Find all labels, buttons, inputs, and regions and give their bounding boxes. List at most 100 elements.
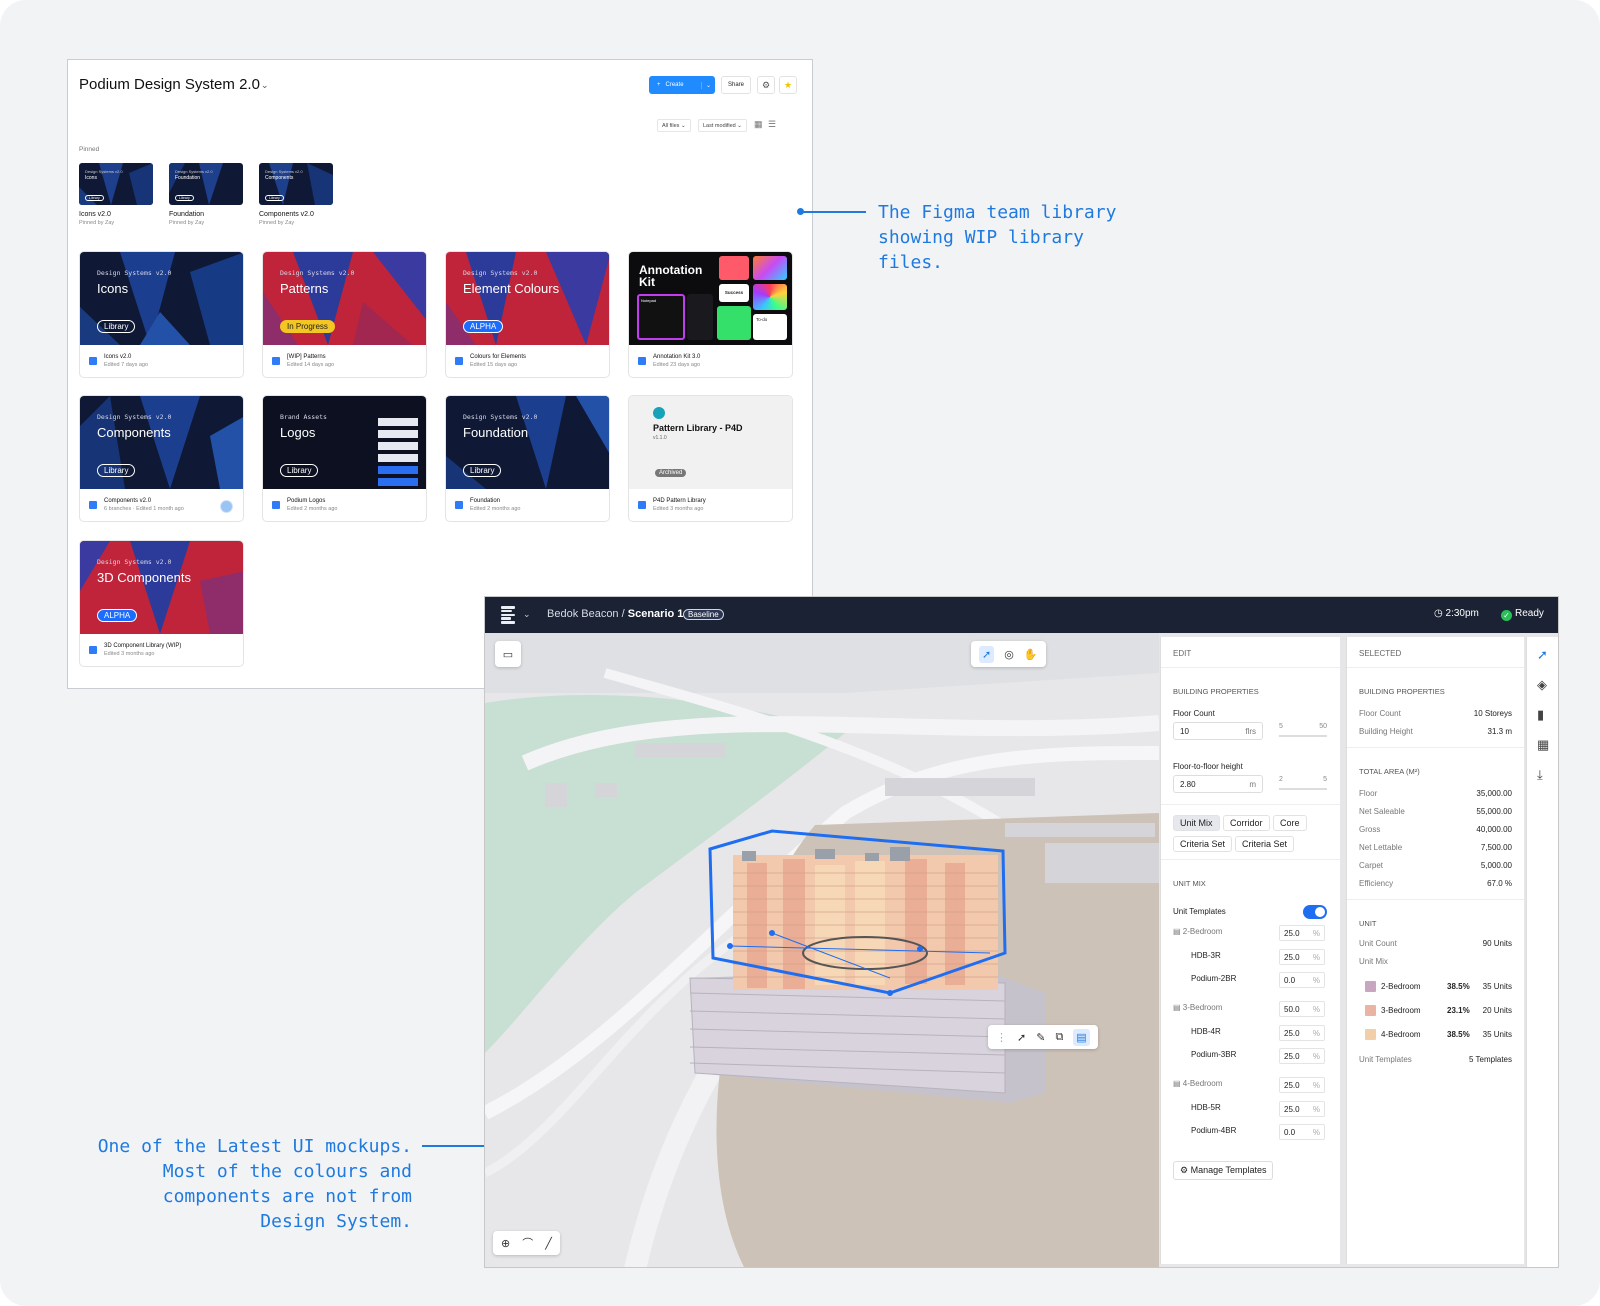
pan-hand-icon[interactable]: ✋ (1024, 648, 1038, 661)
chevron-down-icon[interactable]: ⌄ (261, 80, 269, 91)
library-tag: Library (97, 464, 136, 477)
pointer-icon[interactable]: ➚ (1017, 1031, 1026, 1044)
tab-corridor[interactable]: Corridor (1223, 815, 1270, 831)
list-view-icon[interactable]: ☰ (768, 119, 776, 130)
template-percent-input[interactable]: 0.0% (1279, 1124, 1325, 1140)
app-logo-icon[interactable] (501, 606, 515, 624)
pinned-sub: Pinned by Zay (169, 220, 205, 226)
ruler-icon[interactable]: ╱ (545, 1237, 552, 1250)
unit-templates-value: 5 Templates (1469, 1055, 1512, 1064)
card-title: Components (97, 425, 171, 440)
card-title: Pattern Library - P4D (653, 423, 743, 433)
template-name: Podium-4BR (1191, 1126, 1237, 1135)
floor-height-slider[interactable]: 25 (1279, 776, 1327, 790)
figma-library-window: Podium Design System 2.0 ⌄ + Create ⌄ Shar… (67, 59, 813, 689)
file-card[interactable]: Design Systems v2.0 Components Library C… (79, 395, 244, 522)
file-card[interactable]: Design Systems v2.0 Element Colours ALPH… (445, 251, 610, 378)
select-pointer-icon[interactable]: ➚ (979, 645, 995, 663)
file-meta: Edited 14 days ago (287, 362, 335, 368)
download-icon[interactable]: ⤓ (1537, 767, 1543, 783)
area-label: Efficiency (1359, 879, 1394, 888)
project-name[interactable]: Bedok Beacon (547, 608, 619, 620)
drag-handle-icon[interactable]: ⋮ (996, 1031, 1007, 1044)
panel-toggle-icon[interactable]: ▭ (495, 641, 521, 667)
orbit-icon[interactable]: ◎ (1004, 648, 1014, 661)
tab-criteria-set[interactable]: Criteria Set (1173, 836, 1233, 852)
select-tool-icon[interactable]: ➚ (1537, 647, 1548, 663)
pinned-file[interactable]: Design Systems v2.0 Icons Library Icons … (79, 163, 153, 226)
pinned-thumbnail: Design Systems v2.0 Foundation Library (169, 163, 243, 205)
layers-icon[interactable]: ◈ (1537, 677, 1547, 693)
file-name: Foundation (470, 498, 501, 504)
scenario-name[interactable]: Scenario 1 (628, 608, 684, 620)
file-meta: Edited 2 months ago (287, 506, 338, 512)
pinned-file[interactable]: Design Systems v2.0 Foundation Library F… (169, 163, 243, 226)
swatch-4br (1365, 1029, 1376, 1040)
layout-icon[interactable]: ▤ (1073, 1028, 1090, 1046)
template-percent-input[interactable]: 25.0% (1279, 1025, 1325, 1041)
file-card[interactable]: Design Systems v2.0 Foundation Library F… (445, 395, 610, 522)
pencil-icon[interactable]: ✎ (1036, 1031, 1045, 1044)
template-percent-input[interactable]: 25.0% (1279, 949, 1325, 965)
floor-count-slider[interactable]: 5 50 (1279, 723, 1327, 737)
files-filter[interactable]: All files ⌄ (657, 119, 691, 132)
card-thumbnail: Design Systems v2.0 Element Colours ALPH… (446, 252, 609, 345)
breadcrumb[interactable]: Bedok Beacon / Scenario 1 (547, 608, 683, 620)
grid-view-icon[interactable]: ▦ (754, 119, 763, 130)
file-card[interactable]: Pattern Library - P4D v1.1.0 Archived P4… (628, 395, 793, 522)
template-percent-input[interactable]: 25.0% (1279, 1048, 1325, 1064)
file-card[interactable]: Design Systems v2.0 Icons Library Icons … (79, 251, 244, 378)
share-button[interactable]: Share (721, 76, 751, 94)
floor-height-input[interactable]: 2.80 m (1173, 775, 1263, 793)
file-meta: Edited 2 months ago (470, 506, 521, 512)
group-percent-input[interactable]: 25.0% (1279, 1077, 1325, 1093)
list-preview (687, 294, 713, 340)
pinned-file[interactable]: Design Systems v2.0 Components Library C… (259, 163, 333, 226)
library-tag: Library (97, 320, 136, 333)
unit-group-2br: ▤ 2-Bedroom (1173, 927, 1222, 936)
star-icon[interactable]: ★ (779, 76, 797, 94)
baseline-badge: Baseline (683, 609, 724, 620)
duplicate-icon[interactable]: ⧉ (1055, 1031, 1063, 1044)
top-bar: ⌄ Bedok Beacon / Scenario 1 Baseline ◷ 2… (485, 597, 1558, 633)
group-percent-input[interactable]: 25.0% (1279, 925, 1325, 941)
file-name: Podium Logos (287, 498, 326, 504)
sort-filter[interactable]: Last modified ⌄ (698, 119, 747, 132)
group-percent-input[interactable]: 50.0% (1279, 1001, 1325, 1017)
globe-icon[interactable]: ⊕ (501, 1237, 510, 1250)
figma-file-icon (89, 501, 97, 509)
tab-criteria-set[interactable]: Criteria Set (1235, 836, 1295, 852)
floor-height-value: 2.80 (1180, 779, 1196, 789)
create-button[interactable]: + Create ⌄ (649, 76, 715, 94)
file-card[interactable]: Design Systems v2.0 Patterns In Progress… (262, 251, 427, 378)
floor-count-input[interactable]: 10 flrs (1173, 722, 1263, 740)
mix-units: 20 Units (1482, 1006, 1512, 1015)
magnet-icon[interactable]: ⌒ (522, 1235, 533, 1251)
file-card[interactable]: Design Systems v2.0 3D Components ALPHA … (79, 540, 244, 667)
template-percent-input[interactable]: 0.0% (1279, 972, 1325, 988)
chart-icon[interactable]: ▮ (1537, 707, 1544, 723)
settings-sliders-icon[interactable]: ⚙ (757, 76, 775, 94)
file-card[interactable]: Annotation Kit Notepad Success To-do Ann… (628, 251, 793, 378)
card-title: Icons (97, 281, 129, 296)
template-name: HDB-4R (1191, 1027, 1221, 1036)
chevron-down-icon[interactable]: ⌄ (701, 81, 715, 89)
divider (1347, 899, 1524, 900)
slider-max: 50 (1319, 723, 1327, 730)
file-card[interactable]: Brand Assets Logos Library Podium Logos E… (262, 395, 427, 522)
figma-file-icon (638, 501, 646, 509)
avatar[interactable] (220, 500, 233, 513)
tab-core[interactable]: Core (1273, 815, 1307, 831)
plus-icon: + (657, 82, 661, 88)
card-kicker: Design Systems v2.0 (463, 413, 538, 421)
template-percent-input[interactable]: 25.0% (1279, 1101, 1325, 1117)
tab-unit-mix[interactable]: Unit Mix (1173, 815, 1220, 831)
calculator-icon[interactable]: ▦ (1537, 737, 1549, 753)
chevron-down-icon[interactable]: ⌄ (523, 609, 531, 620)
card-kicker: Design Systems v2.0 (97, 413, 172, 421)
unit-templates-toggle[interactable] (1303, 905, 1327, 919)
gradient-preview (753, 256, 787, 280)
file-meta: Edited 15 days ago (470, 362, 518, 368)
manage-templates-button[interactable]: ⚙ Manage Templates (1173, 1161, 1274, 1180)
3d-map-viewport[interactable]: ▭ ➚ ◎ ✋ ⋮ ➚ ✎ ⧉ ▤ ⊕ ⌒ ╱ ✂ 3D ◆ ▟ (485, 633, 1159, 1267)
